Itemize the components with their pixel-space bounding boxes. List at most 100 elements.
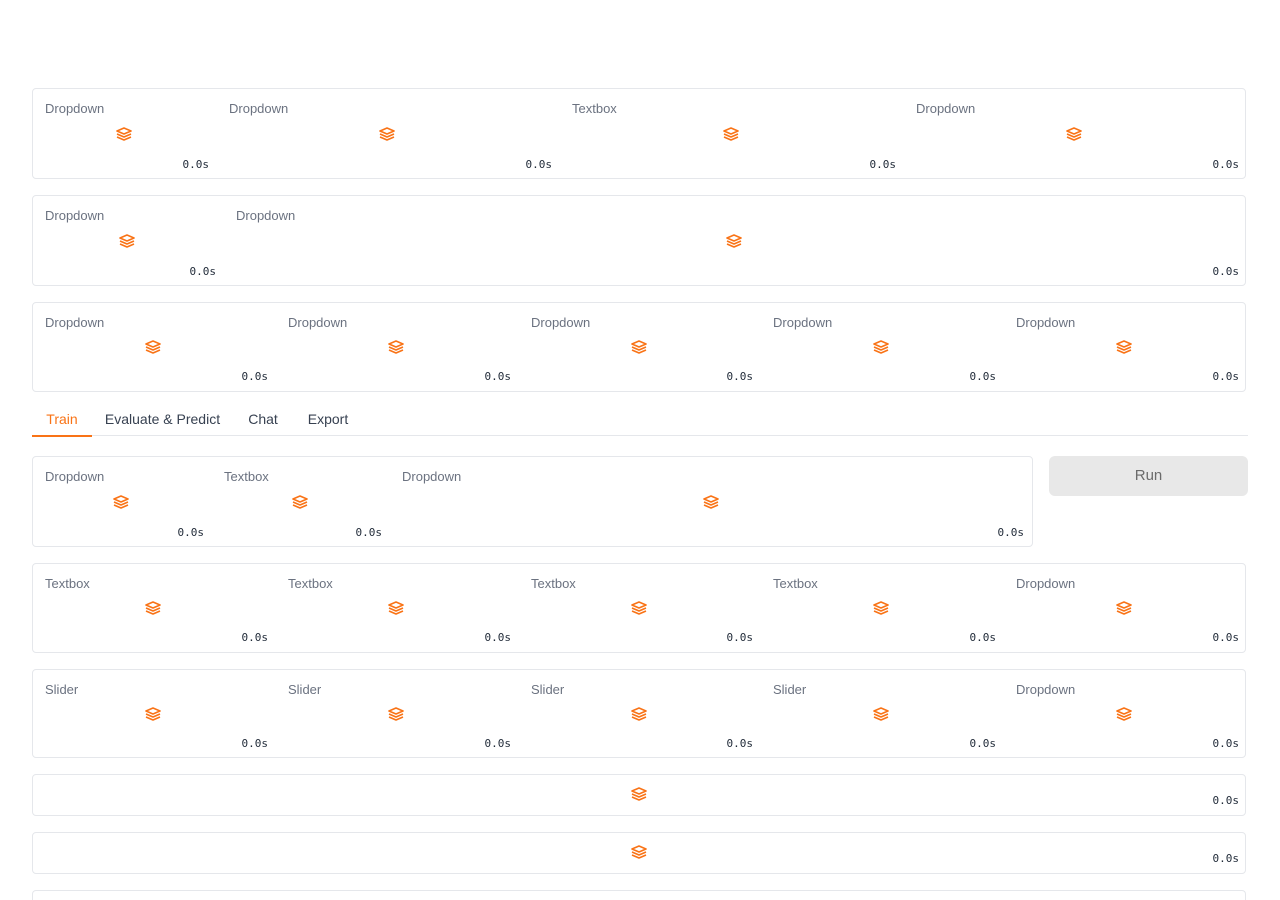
timer-text: 0.0s bbox=[997, 526, 1025, 539]
component-dropdown[interactable]: Dropdown 0.0s bbox=[1004, 303, 1247, 391]
timer-text: 0.0s bbox=[1212, 158, 1240, 171]
timer-text: 0.0s bbox=[726, 631, 754, 644]
component-label: Textbox bbox=[288, 576, 333, 591]
tab-export[interactable]: Export bbox=[300, 402, 356, 435]
loading-spinner-icon bbox=[1116, 707, 1132, 721]
loading-spinner-icon bbox=[113, 495, 129, 509]
timer-text: 0.0s bbox=[969, 631, 997, 644]
timer-text: 0.0s bbox=[241, 631, 269, 644]
timer-text: 0.0s bbox=[484, 737, 512, 750]
component-dropdown[interactable]: Dropdown 0.0s bbox=[1004, 564, 1247, 652]
timer-text: 0.0s bbox=[969, 737, 997, 750]
component-slider[interactable]: Slider 0.0s bbox=[276, 670, 519, 757]
component-slider[interactable]: Slider 0.0s bbox=[33, 670, 276, 757]
component-textbox[interactable]: Textbox 0.0s bbox=[519, 564, 761, 652]
settings-row-1: Dropdown 0.0s Dropdown 0.0s Textbox 0.0s… bbox=[32, 88, 1246, 179]
timer-text: 0.0s bbox=[869, 158, 897, 171]
timer-text: 0.0s bbox=[726, 370, 754, 383]
tab-train[interactable]: Train bbox=[32, 402, 92, 437]
tab-chat[interactable]: Chat bbox=[241, 402, 285, 435]
component-label: Dropdown bbox=[45, 208, 105, 223]
timer-text: 0.0s bbox=[1212, 265, 1240, 278]
component-label: Dropdown bbox=[773, 315, 833, 330]
timer-text: 0.0s bbox=[1212, 852, 1240, 865]
component-label: Dropdown bbox=[229, 101, 289, 116]
loading-spinner-icon bbox=[379, 127, 395, 141]
loading-spinner-icon bbox=[726, 234, 742, 248]
component-dropdown[interactable]: Dropdown 0.0s bbox=[276, 303, 519, 391]
loading-spinner-icon bbox=[119, 234, 135, 248]
timer-text: 0.0s bbox=[189, 265, 217, 278]
loading-spinner-icon bbox=[873, 707, 889, 721]
component-label: Slider bbox=[45, 682, 79, 697]
loading-spinner-icon bbox=[873, 340, 889, 354]
component-dropdown[interactable]: Dropdown 0.0s bbox=[1004, 670, 1247, 757]
loading-spinner-icon bbox=[145, 601, 161, 615]
loading-spinner-icon bbox=[388, 601, 404, 615]
component-label: Dropdown bbox=[916, 101, 976, 116]
component-dropdown[interactable]: Dropdown 0.0s bbox=[519, 303, 761, 391]
component-label: Dropdown bbox=[402, 469, 462, 484]
timer-text: 0.0s bbox=[182, 158, 210, 171]
component-dropdown[interactable]: Dropdown 0.0s bbox=[33, 303, 276, 391]
timer-text: 0.0s bbox=[355, 526, 383, 539]
component-dropdown[interactable]: Dropdown 0.0s bbox=[761, 303, 1004, 391]
settings-row-2: Dropdown 0.0s Dropdown 0.0s bbox=[32, 195, 1246, 286]
component-textbox[interactable]: Textbox 0.0s bbox=[560, 89, 904, 178]
component-label: Textbox bbox=[572, 101, 617, 116]
component-label: Dropdown bbox=[45, 101, 105, 116]
loading-spinner-icon bbox=[873, 601, 889, 615]
component-label: Slider bbox=[288, 682, 322, 697]
tab-evaluate-predict[interactable]: Evaluate & Predict bbox=[94, 402, 231, 435]
timer-text: 0.0s bbox=[525, 158, 553, 171]
component-label: Dropdown bbox=[531, 315, 591, 330]
component-label: Dropdown bbox=[1016, 576, 1076, 591]
loading-spinner-icon bbox=[145, 707, 161, 721]
component-label: Slider bbox=[531, 682, 565, 697]
loading-spinner-icon bbox=[292, 495, 308, 509]
loading-spinner-icon bbox=[703, 495, 719, 509]
component-textbox[interactable]: Textbox 0.0s bbox=[33, 564, 276, 652]
component-dropdown[interactable]: Dropdown 0.0s bbox=[390, 457, 1032, 546]
component-textbox[interactable]: Textbox 0.0s bbox=[276, 564, 519, 652]
component-slider[interactable]: Slider 0.0s bbox=[761, 670, 1004, 757]
tab-bar: Train Evaluate & Predict Chat Export bbox=[32, 402, 1248, 437]
timer-text: 0.0s bbox=[1212, 631, 1240, 644]
accordion-row-1[interactable]: 0.0s bbox=[32, 774, 1246, 816]
loading-spinner-icon bbox=[631, 845, 647, 859]
loading-spinner-icon bbox=[723, 127, 739, 141]
component-dropdown[interactable]: Dropdown 0.0s bbox=[33, 196, 224, 285]
component-label: Textbox bbox=[531, 576, 576, 591]
timer-text: 0.0s bbox=[484, 370, 512, 383]
accordion-row-2[interactable]: 0.0s bbox=[32, 832, 1246, 874]
loading-spinner-icon bbox=[1066, 127, 1082, 141]
loading-spinner-icon bbox=[631, 707, 647, 721]
component-dropdown[interactable]: Dropdown 0.0s bbox=[224, 196, 1247, 285]
timer-text: 0.0s bbox=[1212, 794, 1240, 807]
loading-spinner-icon bbox=[1116, 340, 1132, 354]
component-label: Textbox bbox=[45, 576, 90, 591]
train-row-3: Slider 0.0s Slider 0.0s Slider 0.0s Slid… bbox=[32, 669, 1246, 758]
component-dropdown[interactable]: Dropdown 0.0s bbox=[33, 89, 217, 178]
settings-row-3: Dropdown 0.0s Dropdown 0.0s Dropdown 0.0… bbox=[32, 302, 1246, 392]
train-row-2: Textbox 0.0s Textbox 0.0s Textbox 0.0s T… bbox=[32, 563, 1246, 653]
component-label: Textbox bbox=[224, 469, 269, 484]
component-dropdown[interactable]: Dropdown 0.0s bbox=[217, 89, 560, 178]
run-button[interactable]: Run bbox=[1049, 456, 1248, 496]
timer-text: 0.0s bbox=[969, 370, 997, 383]
component-dropdown[interactable]: Dropdown 0.0s bbox=[33, 457, 212, 546]
component-dropdown[interactable]: Dropdown 0.0s bbox=[904, 89, 1247, 178]
timer-text: 0.0s bbox=[241, 737, 269, 750]
accordion-row-3[interactable] bbox=[32, 890, 1246, 900]
component-block: 0.0s bbox=[33, 833, 1247, 873]
component-textbox[interactable]: Textbox 0.0s bbox=[212, 457, 390, 546]
component-label: Dropdown bbox=[236, 208, 296, 223]
timer-text: 0.0s bbox=[1212, 737, 1240, 750]
component-slider[interactable]: Slider 0.0s bbox=[519, 670, 761, 757]
component-label: Textbox bbox=[773, 576, 818, 591]
loading-spinner-icon bbox=[145, 340, 161, 354]
component-block: 0.0s bbox=[33, 775, 1247, 815]
component-textbox[interactable]: Textbox 0.0s bbox=[761, 564, 1004, 652]
loading-spinner-icon bbox=[388, 707, 404, 721]
component-label: Dropdown bbox=[1016, 315, 1076, 330]
